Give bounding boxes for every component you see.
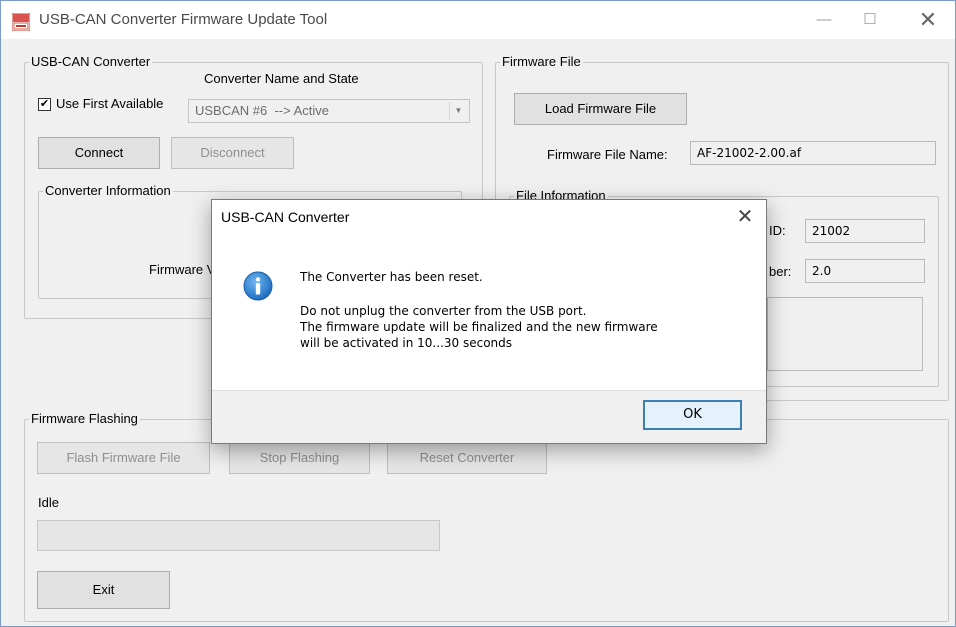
dialog-message-line-2: Do not unplug the converter from the USB… bbox=[300, 304, 587, 318]
converter-select-value: USBCAN #6 --> Active bbox=[195, 103, 330, 118]
firmware-file-name-label: Firmware File Name: bbox=[547, 147, 668, 162]
exit-button[interactable]: Exit bbox=[37, 571, 170, 609]
usb-can-converter-group-label: USB-CAN Converter bbox=[31, 54, 151, 69]
dialog-message-line-1: The Converter has been reset. bbox=[300, 270, 483, 284]
file-version-field: 2.0 bbox=[805, 259, 925, 283]
file-id-field: 21002 bbox=[805, 219, 925, 243]
chevron-down-icon[interactable]: ▼ bbox=[449, 102, 467, 120]
message-dialog: USB-CAN Converter ✕ The Converter has be… bbox=[211, 199, 767, 444]
flash-firmware-file-button[interactable]: Flash Firmware File bbox=[37, 442, 210, 474]
info-icon bbox=[243, 271, 273, 301]
firmware-flashing-group-label: Firmware Flashing bbox=[31, 411, 138, 426]
dialog-title: USB-CAN Converter bbox=[221, 209, 350, 225]
use-first-available-checkbox[interactable]: ✔ bbox=[38, 98, 51, 111]
close-button[interactable]: ✕ bbox=[905, 1, 951, 39]
reset-converter-button[interactable]: Reset Converter bbox=[387, 442, 547, 474]
dialog-body: The Converter has been reset. Do not unp… bbox=[212, 234, 766, 390]
file-id-label: ID: bbox=[769, 223, 786, 238]
converter-information-group-label: Converter Information bbox=[45, 183, 171, 198]
load-firmware-file-button[interactable]: Load Firmware File bbox=[514, 93, 687, 125]
converter-column-header: Converter Name and State bbox=[204, 71, 359, 86]
maximize-button[interactable]: ☐ bbox=[847, 1, 893, 39]
stop-flashing-button[interactable]: Stop Flashing bbox=[229, 442, 370, 474]
dialog-message-line-3: The firmware update will be finalized an… bbox=[300, 320, 658, 334]
firmware-file-name-field: AF-21002-2.00.af bbox=[690, 141, 936, 165]
disconnect-button[interactable]: Disconnect bbox=[171, 137, 294, 169]
flashing-status-text: Idle bbox=[38, 495, 59, 510]
use-first-available-label: Use First Available bbox=[56, 96, 164, 111]
converter-select[interactable]: USBCAN #6 --> Active ▼ bbox=[188, 99, 470, 123]
dialog-message-line-4: will be activated in 10...30 seconds bbox=[300, 336, 513, 350]
title-bar: USB-CAN Converter Firmware Update Tool —… bbox=[1, 1, 955, 39]
flashing-progress-bar bbox=[37, 520, 440, 551]
file-description-field bbox=[767, 297, 923, 371]
app-icon bbox=[12, 13, 30, 31]
dialog-title-bar: USB-CAN Converter ✕ bbox=[212, 200, 766, 234]
minimize-button[interactable]: — bbox=[801, 1, 847, 39]
firmware-file-group-label: Firmware File bbox=[502, 54, 581, 69]
dialog-footer: OK bbox=[212, 390, 766, 443]
connect-button[interactable]: Connect bbox=[38, 137, 160, 169]
dialog-close-button[interactable]: ✕ bbox=[724, 200, 766, 234]
ok-button[interactable]: OK bbox=[643, 400, 742, 430]
file-version-label: ber: bbox=[769, 264, 792, 279]
window-title: USB-CAN Converter Firmware Update Tool bbox=[39, 11, 328, 28]
